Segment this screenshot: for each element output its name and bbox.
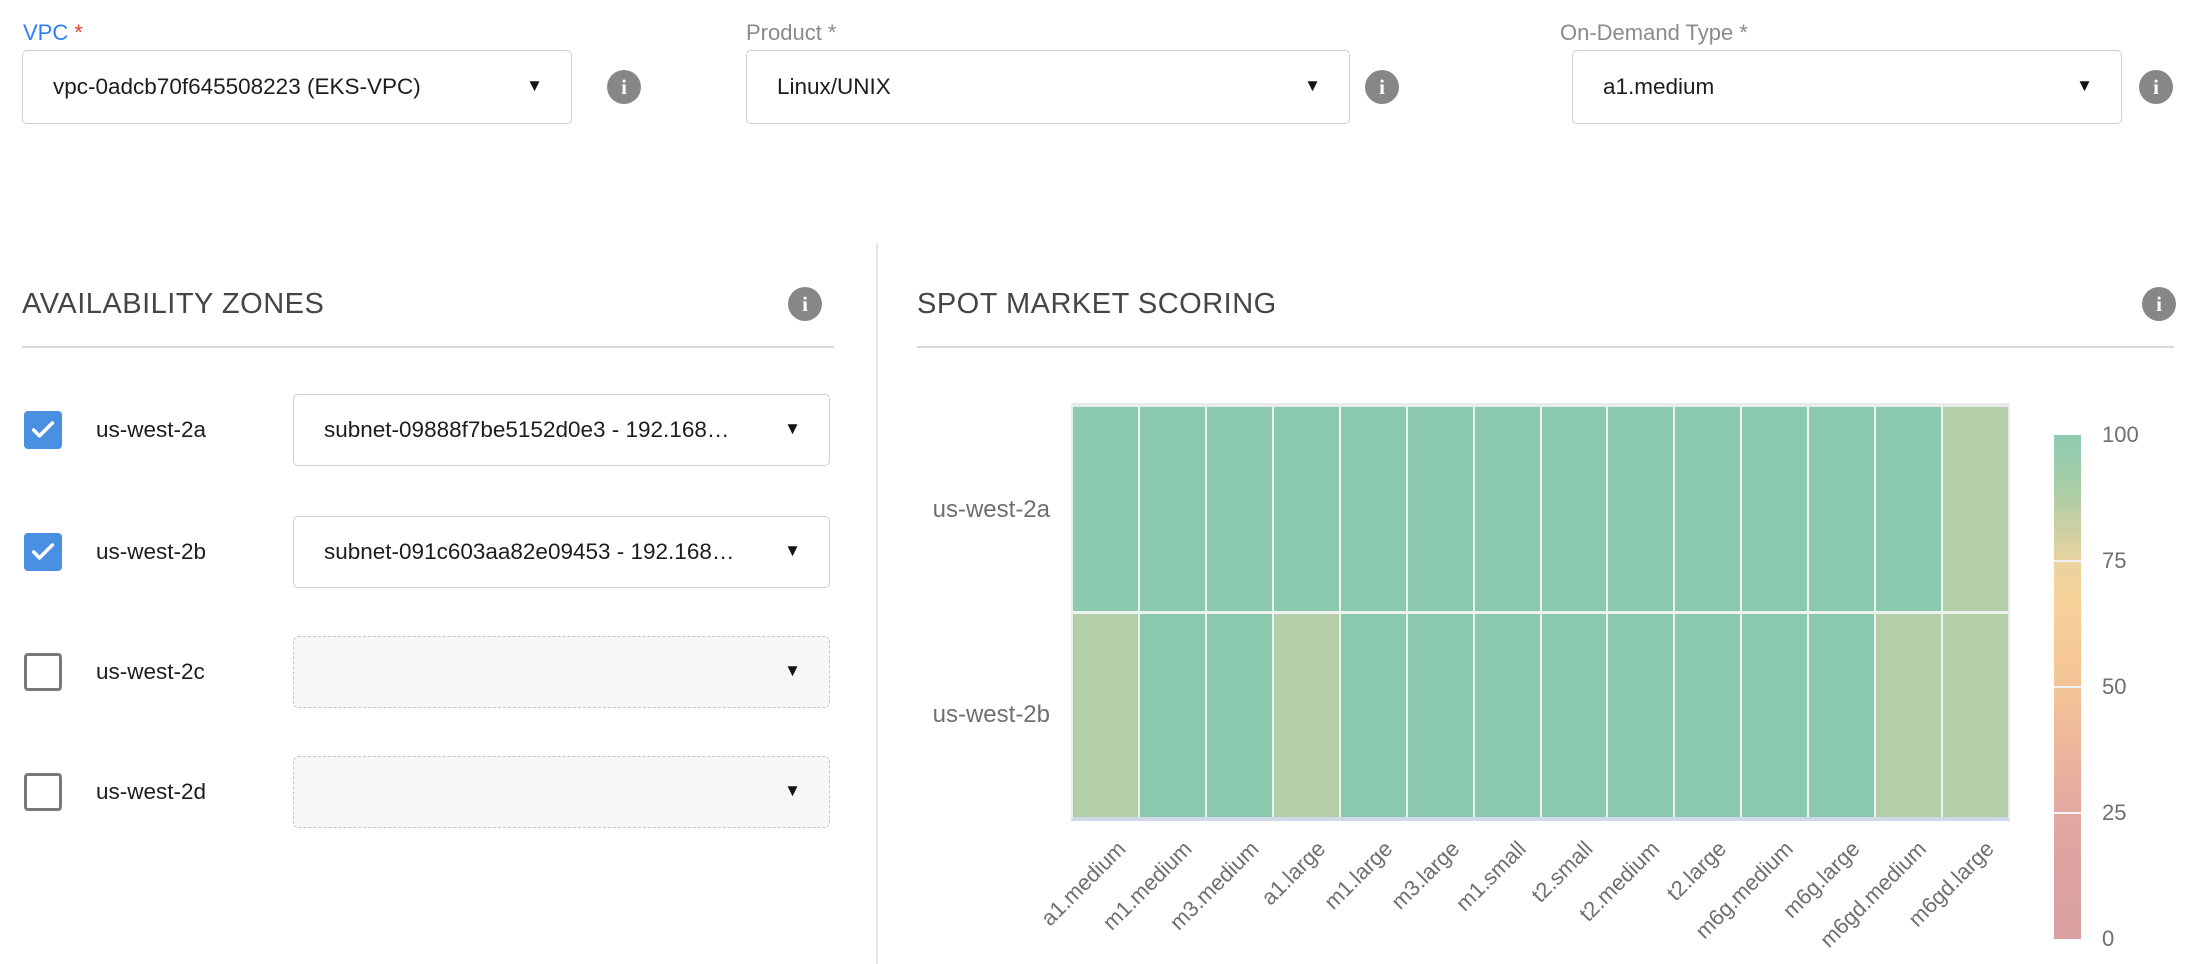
colorbar-tick-0: 0: [2102, 926, 2114, 952]
spot-market-scoring-divider: [917, 346, 2174, 348]
heatmap-cell-us-west-2b-m6g.large: [1809, 614, 1874, 818]
checkmark-icon: [29, 538, 57, 566]
heatmap-cell-us-west-2a-m3.medium: [1207, 407, 1272, 611]
colorbar-tick-line: [2054, 812, 2081, 814]
heatmap-y-label-us-west-2b: us-west-2b: [933, 701, 1050, 729]
az-checkbox-us-west-2c[interactable]: [24, 653, 62, 691]
heatmap-cell-us-west-2b-m6g.medium: [1742, 614, 1807, 818]
heatmap-cell-us-west-2b-m3.large: [1408, 614, 1473, 818]
heatmap-x-label-m1.large: m1.large: [1319, 836, 1398, 915]
heatmap-cell-us-west-2b-m6gd.large: [1943, 614, 2008, 818]
product-label-text: Product: [746, 20, 822, 45]
heatmap-cell-us-west-2a-m6gd.medium: [1876, 407, 1941, 611]
on-demand-type-select-value: a1.medium: [1573, 74, 2121, 100]
heatmap-cell-us-west-2a-m1.medium: [1140, 407, 1205, 611]
heatmap-cell-us-west-2a-m3.large: [1408, 407, 1473, 611]
heatmap-cell-us-west-2b-a1.large: [1274, 614, 1339, 818]
colorbar: [2054, 435, 2081, 939]
colorbar-tick-50: 50: [2102, 674, 2126, 700]
on-demand-type-select[interactable]: a1.medium ▼: [1572, 50, 2122, 124]
colorbar-tick-75: 75: [2102, 548, 2126, 574]
heatmap-x-label-m1.small: m1.small: [1451, 836, 1532, 917]
heatmap-cell-us-west-2a-m1.large: [1341, 407, 1406, 611]
colorbar-tick-line: [2054, 560, 2081, 562]
az-zone-label: us-west-2c: [96, 659, 205, 685]
subnet-select-us-west-2a[interactable]: subnet-09888f7be5152d0e3 - 192.168… ▼: [293, 394, 830, 466]
heatmap-cell-us-west-2a-a1.large: [1274, 407, 1339, 611]
product-info-icon[interactable]: i: [1365, 70, 1399, 104]
heatmap-y-label-us-west-2a: us-west-2a: [933, 496, 1050, 524]
heatmap-cell-us-west-2a-t2.large: [1675, 407, 1740, 611]
heatmap-cell-us-west-2a-m6gd.large: [1943, 407, 2008, 611]
heatmap-cell-us-west-2b-m3.medium: [1207, 614, 1272, 818]
on-demand-type-required-asterisk: *: [1739, 20, 1748, 45]
heatmap-cell-us-west-2b-m1.small: [1475, 614, 1540, 818]
checkmark-icon: [29, 416, 57, 444]
heatmap-x-label-a1.large: a1.large: [1257, 836, 1332, 911]
heatmap-cell-us-west-2b-t2.large: [1675, 614, 1740, 818]
spot-market-scoring-title: SPOT MARKET SCORING: [917, 288, 1277, 321]
heatmap-cell-us-west-2b-m6gd.medium: [1876, 614, 1941, 818]
heatmap-cell-us-west-2a-m6g.large: [1809, 407, 1874, 611]
on-demand-type-label-text: On-Demand Type: [1560, 20, 1733, 45]
section-vertical-divider: [876, 243, 878, 964]
product-select-value: Linux/UNIX: [747, 74, 1349, 100]
colorbar-tick-line: [2054, 686, 2081, 688]
product-label: Product*: [746, 20, 836, 46]
subnet-select-us-west-2d[interactable]: ▼: [293, 756, 830, 828]
subnet-select-value: subnet-091c603aa82e09453 - 192.168…: [294, 539, 829, 565]
product-select[interactable]: Linux/UNIX ▼: [746, 50, 1350, 124]
vpc-label: VPC*: [23, 20, 83, 46]
subnet-select-us-west-2b[interactable]: subnet-091c603aa82e09453 - 192.168… ▼: [293, 516, 830, 588]
heatmap-cell-us-west-2a-t2.small: [1542, 407, 1607, 611]
subnet-select-value: subnet-09888f7be5152d0e3 - 192.168…: [294, 417, 829, 443]
az-row-us-west-2a: us-west-2a subnet-09888f7be5152d0e3 - 19…: [0, 394, 860, 466]
vpc-select-value: vpc-0adcb70f645508223 (EKS-VPC): [23, 74, 571, 100]
az-zone-label: us-west-2b: [96, 539, 206, 565]
availability-zones-info-icon[interactable]: i: [788, 287, 822, 321]
az-row-us-west-2b: us-west-2b subnet-091c603aa82e09453 - 19…: [0, 516, 860, 588]
chevron-down-icon: ▼: [784, 661, 801, 681]
chevron-down-icon: ▼: [784, 781, 801, 801]
vpc-info-icon[interactable]: i: [607, 70, 641, 104]
heatmap-cell-us-west-2a-m1.small: [1475, 407, 1540, 611]
az-row-us-west-2c: us-west-2c ▼: [0, 636, 860, 708]
heatmap-cell-us-west-2b-t2.medium: [1608, 614, 1673, 818]
vpc-required-asterisk: *: [74, 20, 83, 45]
az-checkbox-us-west-2b[interactable]: [24, 533, 62, 571]
heatmap-cell-us-west-2a-a1.medium: [1073, 407, 1138, 611]
az-row-us-west-2d: us-west-2d ▼: [0, 756, 860, 828]
az-checkbox-us-west-2d[interactable]: [24, 773, 62, 811]
vpc-select[interactable]: vpc-0adcb70f645508223 (EKS-VPC) ▼: [22, 50, 572, 124]
spot-market-scoring-info-icon[interactable]: i: [2142, 287, 2176, 321]
product-required-asterisk: *: [828, 20, 837, 45]
colorbar-tick-100: 100: [2102, 422, 2139, 448]
spot-market-config-page: VPC* vpc-0adcb70f645508223 (EKS-VPC) ▼ i…: [0, 0, 2196, 964]
az-zone-label: us-west-2a: [96, 417, 206, 443]
heatmap-cell-us-west-2b-t2.small: [1542, 614, 1607, 818]
heatmap-cell-us-west-2b-m1.large: [1341, 614, 1406, 818]
heatmap-grid: [1071, 403, 2010, 821]
az-checkbox-us-west-2a[interactable]: [24, 411, 62, 449]
heatmap-x-label-m3.large: m3.large: [1386, 836, 1465, 915]
subnet-select-us-west-2c[interactable]: ▼: [293, 636, 830, 708]
heatmap-cell-us-west-2a-m6g.medium: [1742, 407, 1807, 611]
colorbar-tick-25: 25: [2102, 800, 2126, 826]
vpc-label-text: VPC: [23, 20, 68, 45]
heatmap-cell-us-west-2a-t2.medium: [1608, 407, 1673, 611]
availability-zones-divider: [22, 346, 834, 348]
availability-zones-title: AVAILABILITY ZONES: [22, 288, 324, 321]
heatmap-cell-us-west-2b-a1.medium: [1073, 614, 1138, 818]
on-demand-type-info-icon[interactable]: i: [2139, 70, 2173, 104]
on-demand-type-label: On-Demand Type*: [1560, 20, 1748, 46]
heatmap-cell-us-west-2b-m1.medium: [1140, 614, 1205, 818]
az-zone-label: us-west-2d: [96, 779, 206, 805]
